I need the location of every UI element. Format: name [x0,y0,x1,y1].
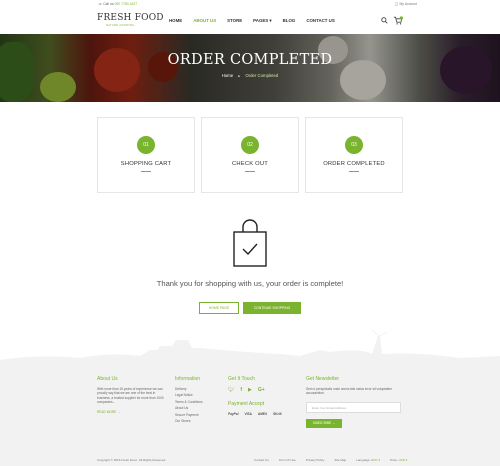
youtube-icon[interactable]: ▶ [248,387,252,393]
newsletter-title: Get Newsletter [306,376,340,382]
language-label: Language: [356,458,371,462]
price-label: Price: [390,458,398,462]
google-plus-icon[interactable]: G+ [258,387,265,393]
hero-banner: ORDER COMPLETED Home ▸ Order Completed [0,34,500,102]
breadcrumb-separator-icon: ▸ [238,74,241,78]
step-underline [349,171,359,172]
shopping-bag-check-icon [233,219,267,267]
step-label: CHECK OUT [232,161,268,167]
newsletter-email-input[interactable]: Enter Your Email Address [306,401,401,413]
footer-information-title: Information [175,376,201,382]
language-select[interactable]: ENG ▾ [371,458,380,462]
nav-contact-us[interactable]: CONTACT US [306,18,334,24]
social-links: 🐦︎ f ▶ G+ [228,387,298,393]
skrill-icon: SKrill [273,412,282,416]
footer-about: About Us With more than 15 years of expe… [97,376,167,414]
copyright: Copyright © 2016 Fresh Food . All Rights… [97,458,166,462]
step-number: 01 [137,136,155,154]
main-nav: HOME ABOUT US STORE PAGES ▾ BLOG CONTACT… [169,18,346,24]
paypal-icon: PayPal [228,412,239,416]
nav-home[interactable]: HOME [169,18,182,24]
page-title: ORDER COMPLETED [167,52,333,68]
footer-bottom-links: Contact Us Term Of Use Privacy Policy Si… [254,458,407,462]
footer-about-title: About Us [97,376,118,382]
facebook-icon[interactable]: f [240,387,242,393]
newsletter-text: Sed ut perspiciatis unde omnis iste natu… [306,387,393,396]
footer-bottom-link[interactable]: Site Map [334,458,346,462]
top-bar: ☏ Call us 090 7783 4327 👤︎ My Account [0,0,500,8]
search-icon[interactable] [381,17,388,24]
farm-silhouette [0,329,500,366]
payment-accept-title: Payment Accept [228,401,265,407]
footer-link[interactable]: Delivery [175,387,220,391]
nav-pages[interactable]: PAGES ▾ [253,18,271,24]
payment-logos: PayPal VISA AMEX SKrill [228,412,298,416]
call-label: Call us [103,2,114,6]
footer-link[interactable]: Terms & Conditions [175,400,220,404]
footer-bottom: Copyright © 2016 Fresh Food . All Rights… [97,458,407,462]
user-icon: 👤︎ [394,2,399,6]
continue-shopping-button[interactable]: CONTINUE SHOPPING [243,302,301,314]
site-header: FRESH FOOD NATURE GROWING HOME ABOUT US … [0,8,500,34]
step-label: ORDER COMPLETED [323,161,385,167]
thank-you-message: Thank you for shopping with us, your ord… [156,279,344,288]
my-account-link[interactable]: 👤︎ My Account [394,2,417,6]
footer-bottom-link[interactable]: Term Of Use [279,458,296,462]
phone-number[interactable]: 090 7783 4327 [115,2,138,6]
logo[interactable]: FRESH FOOD [97,13,164,23]
footer: About Us With more than 15 years of expe… [0,365,500,466]
footer-bottom-link[interactable]: Privacy Policy [306,458,325,462]
twitter-icon[interactable]: 🐦︎ [228,387,234,393]
step-check-out[interactable]: 02 CHECK OUT [201,117,299,193]
step-underline [141,171,151,172]
footer-link[interactable]: Legal Notice [175,393,220,397]
phone-icon: ☏ [98,2,103,6]
nav-about-us[interactable]: ABOUT US [193,18,216,24]
my-account-label: My Account [399,2,417,6]
nav-blog[interactable]: BLOG [283,18,296,24]
read-more-link[interactable]: READ MORE → [97,410,167,414]
footer-link[interactable]: Our Stores [175,419,220,423]
call-info: ☏ Call us 090 7783 4327 [98,2,137,6]
breadcrumb: Home ▸ Order Completed [0,73,500,78]
footer-information: Information Delivery Legal Notice Terms … [175,376,220,425]
home-page-button[interactable]: HOME PAGE [199,302,239,314]
footer-bottom-link[interactable]: Contact Us [254,458,269,462]
currency-select[interactable]: USD ▾ [399,458,408,462]
subscribe-button[interactable]: SUBSCRIBE → [306,418,342,428]
step-shopping-cart[interactable]: 01 SHOPPING CART [97,117,195,193]
nav-store[interactable]: STORE [227,18,242,24]
footer-link[interactable]: About Us [175,406,220,410]
step-number: 02 [241,136,259,154]
step-label: SHOPPING CART [120,161,172,167]
visa-icon: VISA [244,412,252,416]
footer-newsletter: Get Newsletter Sed ut perspiciatis unde … [306,376,403,428]
breadcrumb-home[interactable]: Home [222,73,233,78]
footer-touch: Get It Touch 🐦︎ f ▶ G+ Payment Accept Pa… [228,376,298,416]
footer-about-text: With more than 15 years of experience we… [97,387,164,405]
step-underline [245,171,255,172]
breadcrumb-current: Order Completed [245,73,279,78]
step-number: 03 [345,136,363,154]
hero-veg [0,42,34,102]
checkout-steps: 01 SHOPPING CART 02 CHECK OUT 03 ORDER C… [97,117,403,193]
logo-tagline: NATURE GROWING [106,24,135,27]
step-order-completed[interactable]: 03 ORDER COMPLETED [305,117,403,193]
footer-link[interactable]: Secure Payment [175,413,220,417]
cart-icon[interactable] [393,16,403,25]
footer-touch-title: Get It Touch [228,376,255,382]
amex-icon: AMEX [257,412,268,416]
